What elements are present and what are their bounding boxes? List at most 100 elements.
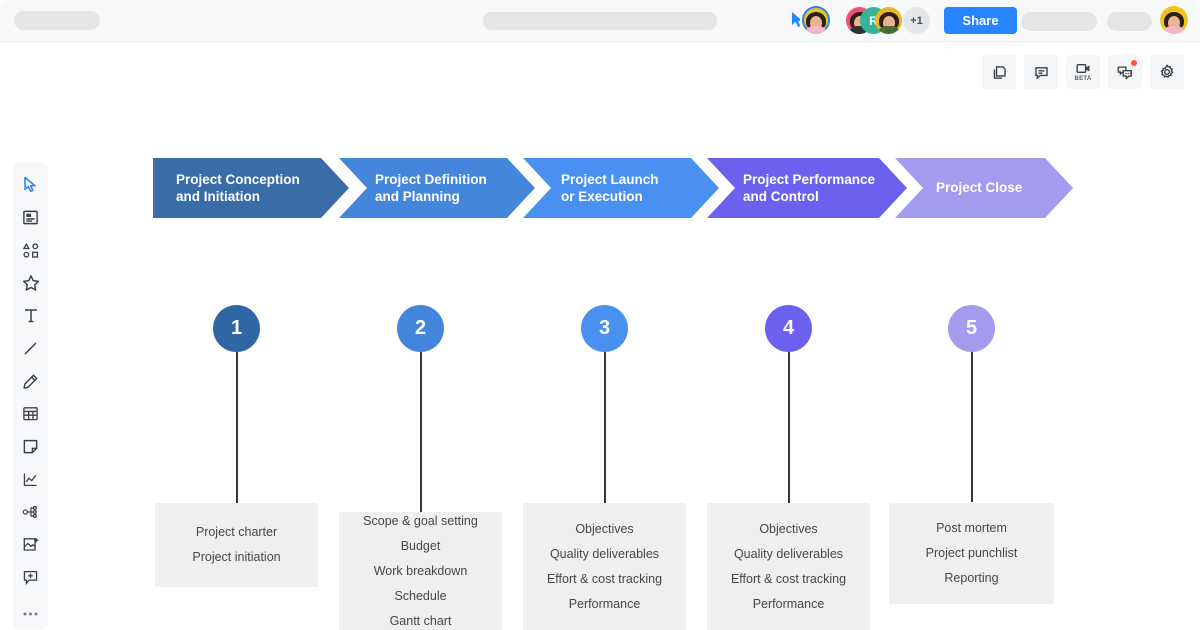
connector-line-5 [971,352,973,502]
image-add-icon [22,536,40,558]
step-details-box-3[interactable]: Objectives Quality deliverables Effort & c… [523,503,686,630]
comment-icon-button[interactable] [1024,55,1058,89]
phase-chevron-5[interactable]: Project Close [895,158,1073,218]
table-icon [22,405,39,427]
pen-icon [22,373,39,395]
pen-icon-button[interactable] [14,367,47,400]
connector-line-1 [236,352,238,503]
more-options-icon [22,604,39,622]
collaborator-avatar-1[interactable] [802,6,830,34]
beta-badge-label: BETA [1074,76,1092,82]
whiteboard-app: R +1 Share BETA Project Conception and I… [0,0,1200,630]
step-detail-item: Work breakdown [373,563,468,578]
connector-line-2 [420,352,422,512]
shapes-icon-button[interactable] [14,236,47,269]
table-icon-button[interactable] [14,400,47,433]
share-button-label: Share [962,13,999,28]
more-options-icon-button[interactable] [14,596,47,629]
line-icon-button[interactable] [14,335,47,368]
share-button[interactable]: Share [944,7,1017,34]
phase-label-2: Project Definition and Planning [375,171,487,204]
video-icon [1075,62,1092,75]
step-number-2: 2 [414,317,427,339]
step-detail-item: Budget [400,538,441,553]
step-circle-1[interactable]: 1 [213,305,260,352]
chat-icon [1116,64,1134,81]
step-detail-item: Scope & goal setting [363,513,478,528]
chat-icon-button[interactable] [1108,55,1142,89]
comment-icon [1033,64,1050,81]
connector-line-3 [604,352,606,503]
cursor-select-icon [23,176,38,198]
step-detail-item: Post mortem [936,521,1007,535]
step-circle-2[interactable]: 2 [397,305,444,352]
step-circle-5[interactable]: 5 [948,305,995,352]
shapes-icon [22,242,40,264]
text-icon-button[interactable] [14,302,47,335]
left-toolbar [13,163,48,629]
step-detail-item: Reporting [944,571,999,585]
sticky-note-icon [22,438,39,460]
phase-chevron-4[interactable]: Project Performance and Control [707,158,907,218]
star-icon [22,274,40,297]
step-details-box-4[interactable]: Objectives Quality deliverables Effort & c… [707,503,870,630]
pages-icon-button[interactable] [982,55,1016,89]
collaborator-overflow-count[interactable]: +1 [903,7,930,34]
step-detail-item: Effort & cost tracking [730,571,847,586]
board-title-placeholder[interactable] [14,11,100,30]
header-action-placeholder-1[interactable] [1021,12,1097,31]
phase-label-5: Project Close [936,180,1023,196]
step-details-box-1[interactable]: Project charter Project initiation [155,503,318,587]
step-detail-item: Performance [568,596,641,611]
mindmap-icon [22,504,40,525]
mindmap-icon-button[interactable] [14,498,47,531]
phase-chevron-3[interactable]: Project Launch or Execution [523,158,719,218]
gear-icon [1158,63,1176,81]
header-action-placeholder-2[interactable] [1107,12,1152,31]
step-number-3: 3 [598,317,611,339]
right-toolbar: BETA [982,55,1184,89]
collaborator-avatar-4[interactable] [875,7,902,34]
phase-chevron-2[interactable]: Project Definition and Planning [339,158,535,218]
phase-chevron-1[interactable]: Project Conception and Initiation [153,158,349,218]
connector-line-4 [788,352,790,503]
comment-add-icon-button[interactable] [14,564,47,597]
phase-label-4: Project Performance and Control [743,171,876,204]
top-bar: R +1 Share [0,0,1200,42]
account-avatar[interactable] [1160,6,1188,34]
step-details-box-2[interactable]: Scope & goal setting Budget Work breakdown… [339,512,502,630]
cursor-select-icon-button[interactable] [14,171,47,204]
chart-icon [22,471,39,493]
template-icon-button[interactable] [14,204,47,237]
pages-icon [991,64,1008,81]
step-detail-item: Project punchlist [925,546,1018,560]
step-detail-item: Quality deliverables [549,546,660,561]
overflow-label: +1 [910,14,923,27]
text-icon [23,307,39,329]
phase-banner: Project Conception and Initiation Projec… [153,158,1073,218]
sticky-note-icon-button[interactable] [14,433,47,466]
step-detail-item: Schedule [394,588,447,603]
toolbar-placeholder[interactable] [483,12,717,30]
step-detail-item: Project initiation [192,550,281,564]
step-detail-item: Quality deliverables [733,546,844,561]
phase-label-1: Project Conception and Initiation [176,171,300,204]
step-details-box-5[interactable]: Post mortem Project punchlist Reporting [889,503,1054,604]
star-icon-button[interactable] [14,269,47,302]
template-icon [22,209,39,231]
image-add-icon-button[interactable] [14,531,47,564]
step-detail-item: Project charter [195,525,278,539]
video-icon-button[interactable]: BETA [1066,55,1100,89]
step-circle-4[interactable]: 4 [765,305,812,352]
step-detail-item: Objectives [759,521,818,536]
step-number-5: 5 [965,317,978,339]
chart-icon-button[interactable] [14,465,47,498]
line-icon [22,340,39,362]
step-number-1: 1 [230,317,243,339]
phase-label-3: Project Launch or Execution [561,171,659,204]
step-circle-3[interactable]: 3 [581,305,628,352]
step-detail-item: Objectives [575,521,634,536]
step-number-4: 4 [782,317,795,339]
step-detail-item: Gantt chart [389,613,452,628]
settings-icon-button[interactable] [1150,55,1184,89]
